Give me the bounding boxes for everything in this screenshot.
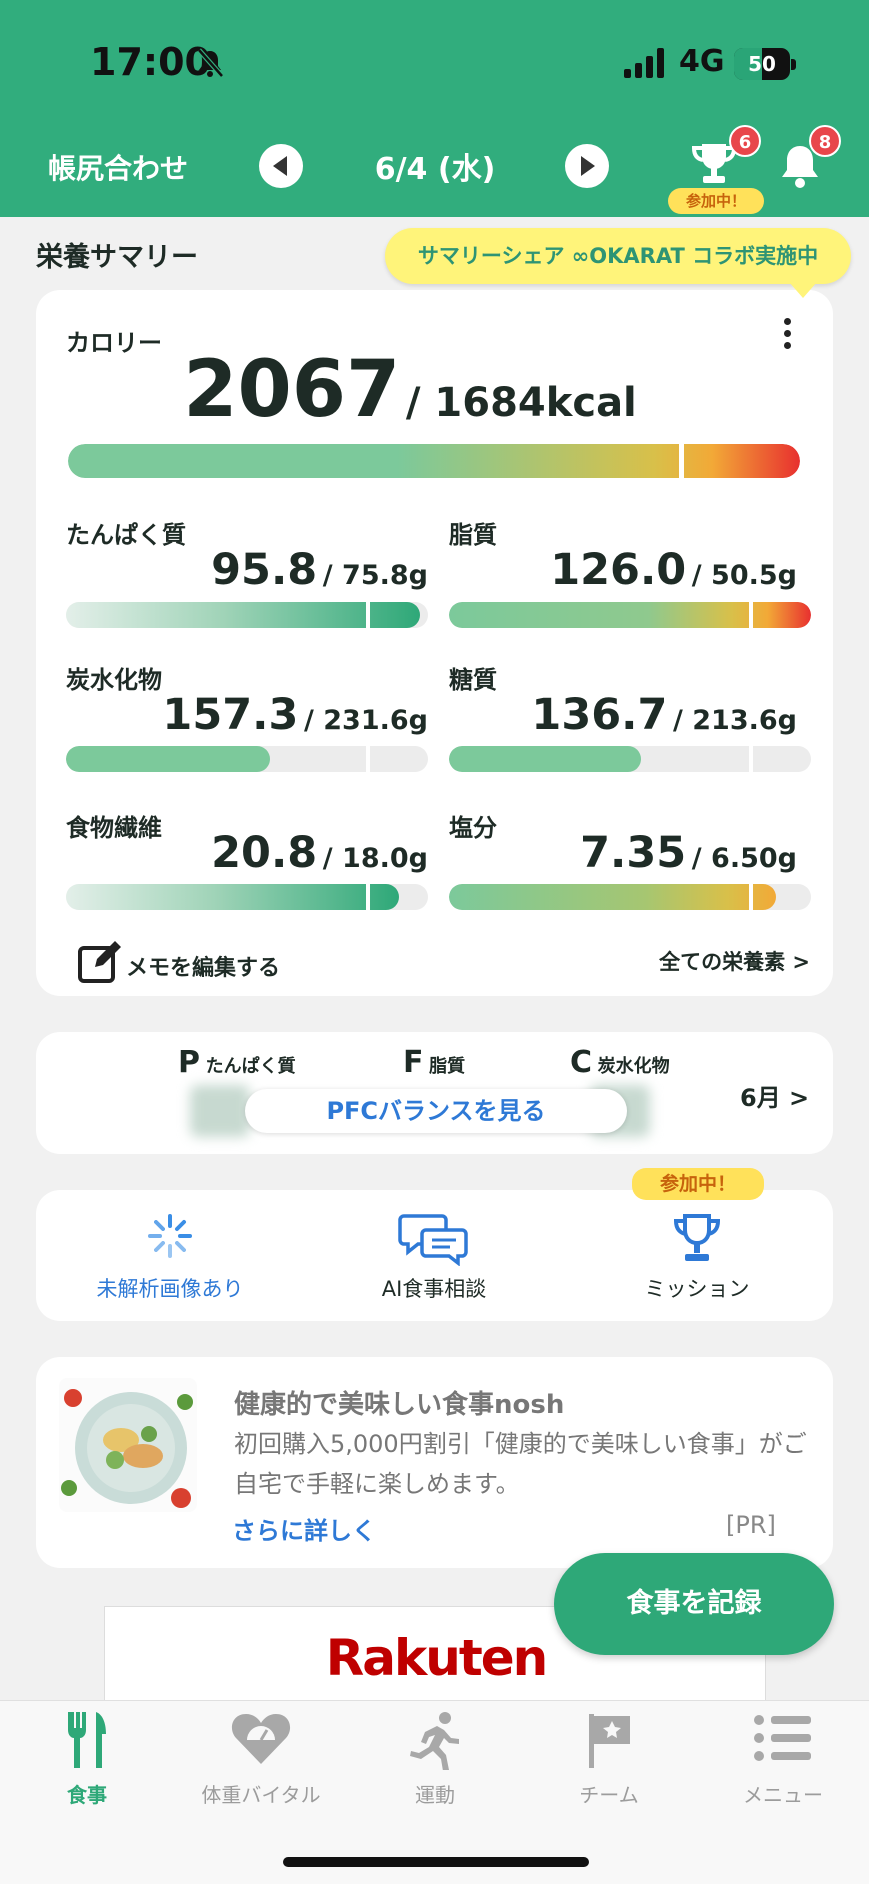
calorie-bar: [68, 444, 800, 478]
chevron-right-icon: [581, 156, 595, 176]
edit-memo-icon: [78, 941, 121, 983]
target-marker: [366, 884, 370, 910]
more-options-icon[interactable]: [784, 318, 792, 354]
next-day-button[interactable]: [565, 144, 609, 188]
pfc-fat-label: F 脂質: [403, 1045, 466, 1080]
calorie-label: カロリー: [66, 329, 162, 357]
battery-level: 50: [748, 52, 776, 76]
pfc-balance-button[interactable]: PFCバランスを見る: [245, 1089, 627, 1133]
tab-weight-vital[interactable]: [174, 1710, 348, 1770]
nutrient-progress-bar: [449, 602, 811, 628]
collab-tooltip[interactable]: サマリーシェア ∞OKARAT コラボ実施中: [385, 228, 851, 298]
nutrient-value: 126.0 / 50.5g: [550, 545, 797, 595]
ai-consult-label: AI食事相談: [381, 1277, 487, 1301]
current-date[interactable]: 6/4 (水): [310, 144, 560, 188]
nutrient-progress-bar: [66, 602, 428, 628]
page-title: 帳尻合わせ: [48, 152, 189, 185]
tab-team-label: チーム: [579, 1783, 639, 1807]
ad-title: 健康的で美味しい食事nosh: [234, 1390, 565, 1420]
edit-memo-button[interactable]: メモを編集する: [126, 950, 280, 982]
home-indicator: [283, 1857, 589, 1867]
nutrient-value: 20.8 / 18.0g: [211, 828, 428, 878]
target-marker: [749, 746, 753, 772]
tab-menu[interactable]: [696, 1710, 869, 1770]
unanalyzed-images-label: 未解析画像あり: [96, 1277, 244, 1301]
menu-list-icon: [754, 1715, 811, 1761]
calorie-bar-fill: [68, 444, 800, 478]
tab-meal[interactable]: [0, 1710, 174, 1774]
ad-food-image: [59, 1378, 197, 1512]
nutrient-value: 95.8 / 75.8g: [211, 545, 428, 595]
ad-pr-label: [PR]: [726, 1511, 776, 1539]
trophy-count-badge: 6: [729, 125, 761, 157]
tab-meal-label: 食事: [67, 1783, 107, 1807]
nutrient-progress-bar: [449, 884, 811, 910]
nutrient-progress-fill: [449, 746, 641, 772]
silent-mode-icon: [197, 48, 224, 78]
tab-exercise[interactable]: [348, 1710, 522, 1774]
mission-status-tag: 参加中！: [632, 1168, 764, 1200]
ai-consult-button[interactable]: [334, 1212, 534, 1270]
mission-button[interactable]: [597, 1212, 797, 1270]
nutrient-progress-bar: [66, 746, 428, 772]
loading-spinner-icon: [148, 1214, 192, 1258]
tab-team[interactable]: [522, 1710, 696, 1774]
flag-icon: [589, 1714, 630, 1768]
ad-more-link[interactable]: さらに詳しく: [232, 1511, 376, 1546]
pfc-blurred-value: [190, 1085, 250, 1137]
prev-day-button[interactable]: [259, 144, 303, 188]
nutrient-progress-fill: [449, 602, 811, 628]
chevron-left-icon: [273, 156, 287, 176]
notification-count-badge: 8: [809, 125, 841, 157]
target-marker: [749, 884, 753, 910]
trophy-icon: [673, 1214, 721, 1261]
target-marker: [366, 602, 370, 628]
pfc-protein-label: P たんぱく質: [178, 1045, 296, 1080]
battery-icon: 50: [734, 48, 790, 80]
app-header: 17:00 4G 50 帳尻合わせ 6/4 (水) 6 参加中！ 8: [0, 0, 869, 217]
tab-weight-vital-label: 体重バイタル: [201, 1783, 321, 1807]
battery-tip: [791, 59, 796, 70]
nutrient-progress-fill: [66, 884, 400, 910]
fork-knife-icon: [68, 1712, 106, 1768]
target-marker: [749, 602, 753, 628]
mission-label: ミッション: [644, 1277, 750, 1301]
trophy-status-tag: 参加中！: [668, 188, 764, 214]
tab-menu-label: メニュー: [743, 1783, 823, 1807]
target-marker: [366, 746, 370, 772]
nutrient-value: 157.3 / 231.6g: [162, 690, 428, 740]
nutrient-progress-bar: [449, 746, 811, 772]
running-icon: [410, 1712, 459, 1771]
nutrient-value: 136.7 / 213.6g: [531, 690, 797, 740]
pfc-carb-label: C 炭水化物: [570, 1045, 670, 1080]
signal-icon: [624, 48, 666, 78]
ad-body: 初回購入5,000円割引「健康的で美味しい食事」がご自宅で手軽に楽しめます。: [234, 1430, 807, 1498]
pfc-month-link[interactable]: 6月 >: [740, 1078, 809, 1113]
chat-bubbles-icon: [398, 1214, 468, 1267]
summary-heading: 栄養サマリー: [36, 242, 198, 273]
nutrient-progress-bar: [66, 884, 428, 910]
heart-scale-icon: [231, 1714, 291, 1764]
nutrient-progress-fill: [449, 884, 776, 910]
status-time: 17:00: [90, 40, 211, 84]
unanalyzed-images-button[interactable]: [70, 1212, 270, 1264]
nutrient-progress-fill: [66, 746, 270, 772]
tab-exercise-label: 運動: [415, 1783, 455, 1807]
record-meal-button[interactable]: 食事を記録: [554, 1553, 834, 1655]
calorie-value: 2067 / 1684kcal: [183, 345, 637, 435]
nutrient-value: 7.35 / 6.50g: [580, 828, 797, 878]
network-type: 4G: [679, 44, 725, 79]
all-nutrients-link[interactable]: 全ての栄養素 >: [600, 946, 810, 976]
